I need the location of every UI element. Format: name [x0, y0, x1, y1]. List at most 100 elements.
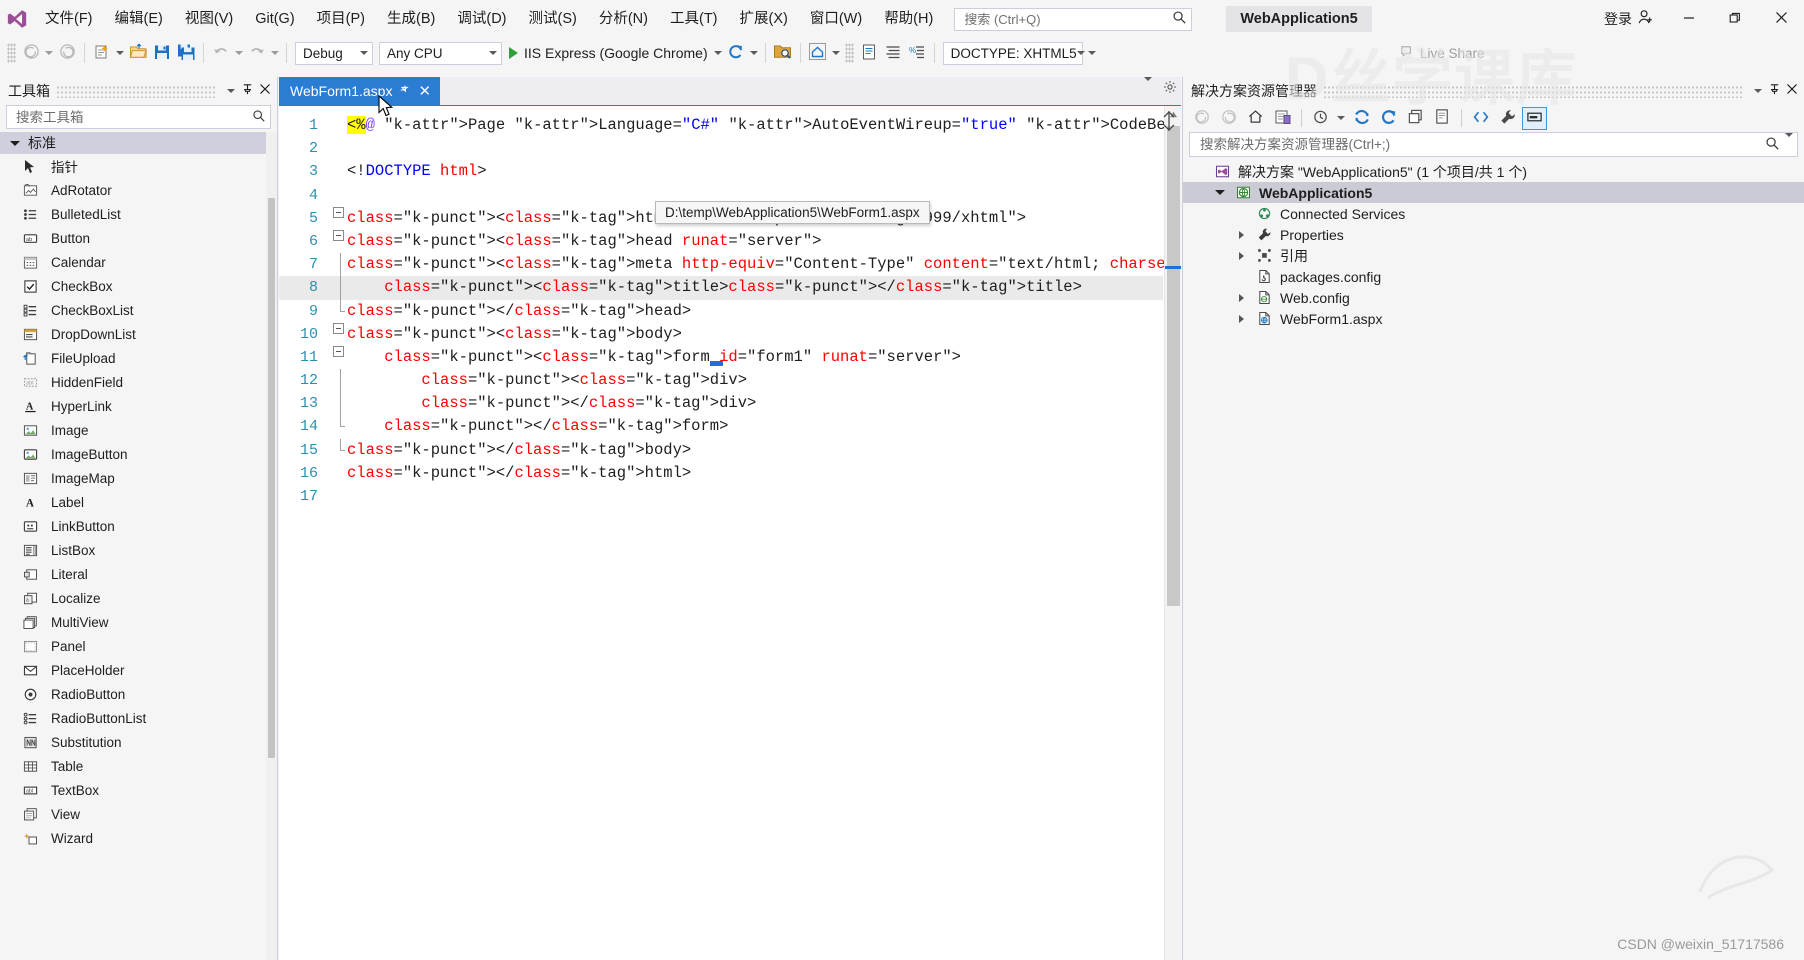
editor-vertical-scrollbar[interactable]: [1164, 106, 1181, 960]
toolbox-item[interactable]: ab Button: [0, 226, 266, 250]
collapse-icon[interactable]: [332, 345, 344, 357]
collapse-icon[interactable]: [332, 229, 344, 241]
toolbox-item[interactable]: PlaceHolder: [0, 658, 266, 682]
quick-search-box[interactable]: [954, 7, 1193, 31]
solution-explorer-pin-button[interactable]: [1766, 81, 1783, 101]
toolbox-item[interactable]: CheckBoxList: [0, 298, 266, 322]
toolbox-item[interactable]: Substitution: [0, 730, 266, 754]
refresh-dropdown[interactable]: [748, 41, 760, 65]
toolbox-pin-button[interactable]: [239, 81, 256, 101]
se-history-dropdown[interactable]: [1335, 107, 1347, 130]
code-line[interactable]: 15 class="k-punct"></class="k-tag">body>: [279, 438, 1163, 462]
se-collapse-all-button[interactable]: [1403, 107, 1428, 130]
toolbar-overflow-button[interactable]: [1086, 41, 1098, 65]
toolbox-item[interactable]: Panel: [0, 634, 266, 658]
format-document-button[interactable]: [881, 41, 905, 65]
solution-explorer-drag-handle[interactable]: [1323, 83, 1743, 98]
code-line[interactable]: 7 class="k-punct"><class="k-tag">meta htt…: [279, 253, 1181, 277]
fold-gutter[interactable]: [329, 206, 347, 218]
fold-gutter[interactable]: [329, 229, 347, 241]
collapse-icon[interactable]: [332, 322, 344, 334]
navigate-back-button[interactable]: [19, 41, 43, 65]
solution-tree-item[interactable]: Properties: [1183, 224, 1804, 245]
solution-explorer-dropdown-button[interactable]: [1749, 81, 1766, 101]
tabstrip-settings-button[interactable]: [1163, 80, 1177, 97]
solution-explorer-search-box[interactable]: [1189, 132, 1798, 157]
solution-explorer-search-dropdown[interactable]: [1785, 133, 1793, 152]
pin-icon[interactable]: [399, 83, 411, 99]
toolbox-item[interactable]: a Localize: [0, 586, 266, 610]
save-all-button[interactable]: [174, 41, 198, 65]
menu-window[interactable]: 窗口(W): [799, 0, 873, 38]
tabstrip-dropdown-button[interactable]: [1144, 77, 1152, 96]
navigate-forward-button[interactable]: [55, 41, 79, 65]
code-line[interactable]: 1 <%@ "k-attr">Page "k-attr">Language="C#…: [279, 114, 1181, 137]
toolbox-item[interactable]: abl HiddenField: [0, 370, 266, 394]
code-text[interactable]: class="k-punct"><class="k-tag">div>: [347, 369, 1163, 392]
redo-dropdown[interactable]: [269, 41, 281, 65]
solution-tree[interactable]: 解决方案 "WebApplication5" (1 个项目/共 1 个) WebA…: [1183, 159, 1804, 960]
refresh-button[interactable]: [724, 41, 748, 65]
toolbox-item[interactable]: MultiView: [0, 610, 266, 634]
toolbox-group-standard[interactable]: 标准: [0, 132, 266, 154]
code-line[interactable]: 10 class="k-punct"><class="k-tag">body>: [279, 322, 1163, 346]
solution-tree-item[interactable]: WebApplication5: [1183, 182, 1804, 203]
toolbox-scrollbar-thumb[interactable]: [268, 198, 275, 758]
toolbox-item[interactable]: A HyperLink: [0, 394, 266, 418]
se-navigate-back-button[interactable]: [1189, 107, 1214, 130]
toolbox-item[interactable]: Image: [0, 418, 266, 442]
editor-splitter[interactable]: [1158, 106, 1180, 136]
toolbox-item[interactable]: Literal: [0, 562, 266, 586]
quick-search-input[interactable]: [962, 10, 1173, 28]
toolbox-item[interactable]: RadioButton: [0, 682, 266, 706]
toolbox-item[interactable]: A Label: [0, 490, 266, 514]
se-wrench-button[interactable]: [1495, 107, 1520, 130]
chevron-right-icon[interactable]: [1233, 230, 1249, 239]
solution-tree-item[interactable]: 引用: [1183, 245, 1804, 266]
code-text[interactable]: class="k-punct"><class="k-tag">form id="…: [347, 346, 1163, 369]
toolbox-item[interactable]: Table: [0, 754, 266, 778]
fold-gutter[interactable]: [329, 415, 347, 428]
code-line[interactable]: 2: [279, 137, 1163, 160]
comment-selection-button[interactable]: %: [905, 41, 929, 65]
toolbox-item[interactable]: View: [0, 802, 266, 826]
code-line[interactable]: 14 class="k-punct"></class="k-tag">form>: [279, 415, 1163, 438]
save-button[interactable]: [150, 41, 174, 65]
code-editor[interactable]: 1 <%@ "k-attr">Page "k-attr">Language="C#…: [279, 106, 1181, 960]
code-line[interactable]: 9 class="k-punct"></class="k-tag">head>: [279, 299, 1163, 323]
document-outline-button[interactable]: [857, 41, 881, 65]
menu-extensions[interactable]: 扩展(X): [729, 0, 799, 38]
start-debugging-button[interactable]: IIS Express (Google Chrome): [505, 41, 712, 65]
se-preview-button[interactable]: [1522, 106, 1547, 130]
new-project-dropdown[interactable]: [114, 41, 126, 65]
menu-build[interactable]: 生成(B): [376, 0, 446, 38]
solution-tree-item[interactable]: packages.config: [1183, 266, 1804, 287]
fold-gutter[interactable]: [329, 438, 347, 451]
home-button[interactable]: [806, 41, 830, 65]
toolbox-item[interactable]: Wizard: [0, 826, 266, 850]
menu-analyze[interactable]: 分析(N): [588, 0, 659, 38]
toolbox-item[interactable]: FileUpload: [0, 346, 266, 370]
toolbox-item[interactable]: abl TextBox: [0, 778, 266, 802]
toolbar-grip[interactable]: [7, 43, 16, 63]
toolbox-search-box[interactable]: [6, 105, 271, 129]
code-text[interactable]: class="k-punct"></class="k-tag">div>: [347, 392, 1163, 415]
undo-button[interactable]: [209, 41, 233, 65]
chevron-right-icon[interactable]: [1233, 251, 1249, 260]
menu-debug[interactable]: 调试(D): [446, 0, 517, 38]
toolbox-item[interactable]: CheckBox: [0, 274, 266, 298]
code-text[interactable]: class="k-punct"></class="k-tag">form>: [347, 415, 1163, 438]
toolbox-search-input[interactable]: [14, 108, 252, 126]
toolbar-grip[interactable]: [844, 43, 854, 63]
code-text[interactable]: class="k-punct"><class="k-tag">meta http…: [347, 253, 1181, 276]
menu-tools[interactable]: 工具(T): [659, 0, 729, 38]
se-pending-changes-button[interactable]: [1270, 107, 1295, 130]
se-home-button[interactable]: [1243, 107, 1268, 130]
toolbox-close-button[interactable]: [256, 81, 273, 101]
chevron-right-icon[interactable]: [1233, 314, 1249, 323]
toolbox-scrollbar[interactable]: [266, 132, 277, 960]
code-line[interactable]: 12 class="k-punct"><class="k-tag">div>: [279, 369, 1163, 393]
menu-help[interactable]: 帮助(H): [873, 0, 944, 38]
code-line[interactable]: 6 class="k-punct"><class="k-tag">head run…: [279, 229, 1163, 253]
toolbox-item[interactable]: DropDownList: [0, 322, 266, 346]
